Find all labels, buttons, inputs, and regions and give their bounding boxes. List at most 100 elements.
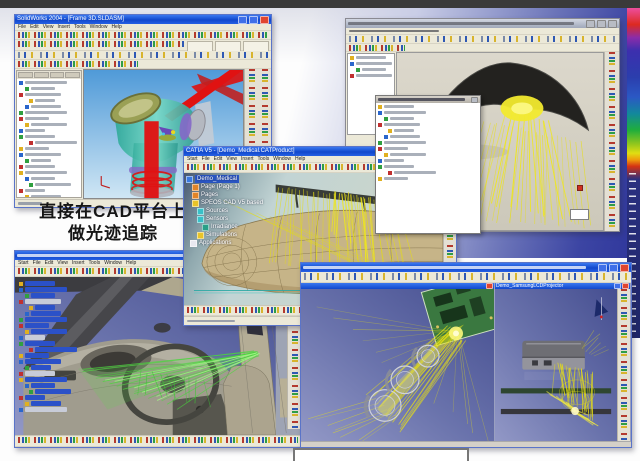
tree-row[interactable] xyxy=(19,287,125,292)
tree-item[interactable]: Demo_Medical xyxy=(186,175,263,183)
tree-row[interactable] xyxy=(378,176,478,181)
tree-row[interactable] xyxy=(25,194,79,198)
tree-row[interactable] xyxy=(19,377,125,382)
tree-row[interactable] xyxy=(29,98,79,103)
minimize-button[interactable] xyxy=(586,20,595,28)
tree-row[interactable] xyxy=(25,158,79,163)
maximize-button[interactable] xyxy=(597,20,606,28)
palette-titlebar[interactable] xyxy=(376,96,480,103)
tree-row[interactable] xyxy=(19,407,125,412)
menu-item[interactable]: Edit xyxy=(214,156,223,162)
tree-row[interactable] xyxy=(25,104,79,109)
tree-row[interactable] xyxy=(19,152,79,157)
projector-titlebar[interactable] xyxy=(301,263,631,272)
tree-row[interactable] xyxy=(388,128,478,133)
tree-item[interactable]: SPEOS CAD V5 based xyxy=(192,199,263,207)
tree-item[interactable]: Irradiance xyxy=(202,223,263,231)
tree-row[interactable] xyxy=(25,311,125,316)
helmet-toolbar-2[interactable] xyxy=(346,44,619,52)
solidworks-toolbar-1[interactable] xyxy=(15,31,271,40)
tree-row[interactable] xyxy=(378,158,478,163)
menu-item[interactable]: Tools xyxy=(258,156,270,162)
tree-row[interactable] xyxy=(19,116,79,121)
solidworks-toolbar-2[interactable] xyxy=(15,40,271,51)
speos-tree-palette[interactable] xyxy=(375,95,481,234)
tree-row[interactable] xyxy=(378,146,478,151)
tree-row[interactable] xyxy=(388,170,478,175)
menu-item[interactable]: Insert xyxy=(72,260,85,266)
tree-row[interactable] xyxy=(19,164,79,169)
palette-tree[interactable] xyxy=(376,103,480,233)
tree-item[interactable]: Sensors xyxy=(197,215,263,223)
tree-row[interactable] xyxy=(378,104,478,109)
helmet-right-toolbar[interactable] xyxy=(604,52,619,231)
tree-row[interactable] xyxy=(25,329,125,334)
menu-item[interactable]: Edit xyxy=(45,260,54,266)
tree-row[interactable] xyxy=(19,299,125,304)
tree-row[interactable] xyxy=(29,182,79,187)
lcdprojector-right-toolbar[interactable] xyxy=(617,289,630,441)
feature-tree-tabs[interactable] xyxy=(17,71,81,79)
tree-row[interactable] xyxy=(29,140,79,145)
tree-row[interactable] xyxy=(19,335,125,340)
tree-row[interactable] xyxy=(19,395,125,400)
tree-row[interactable] xyxy=(25,86,79,91)
projector-toolbar[interactable] xyxy=(301,272,631,283)
minimize-button[interactable] xyxy=(238,16,247,24)
menu-item[interactable]: View xyxy=(226,156,237,162)
pcb-lens-scene[interactable] xyxy=(301,289,494,441)
tree-row[interactable] xyxy=(350,61,392,66)
tree-row[interactable] xyxy=(19,92,79,97)
menu-item[interactable]: Help xyxy=(295,156,305,162)
menu-item[interactable]: File xyxy=(202,156,210,162)
tree-row[interactable] xyxy=(384,152,478,157)
menu-item[interactable]: File xyxy=(18,24,26,30)
solidworks-feature-tree[interactable] xyxy=(16,70,82,198)
helmet-toolbar[interactable] xyxy=(346,35,619,44)
tree-row[interactable] xyxy=(19,317,125,322)
tree-row[interactable] xyxy=(29,347,125,352)
tree-row[interactable] xyxy=(378,110,478,115)
helmet-titlebar[interactable] xyxy=(346,19,619,28)
tree-row[interactable] xyxy=(378,122,478,127)
menu-item[interactable]: View xyxy=(57,260,68,266)
tree-row[interactable] xyxy=(19,170,79,175)
solidworks-toolbar-3[interactable] xyxy=(15,51,271,60)
tree-row[interactable] xyxy=(29,389,125,394)
menu-item[interactable]: Tools xyxy=(74,24,86,30)
car-feature-tree[interactable] xyxy=(17,280,127,413)
menu-item[interactable]: Help xyxy=(126,260,136,266)
menu-item[interactable]: Window xyxy=(104,260,122,266)
tree-item[interactable]: Page (Page 1) xyxy=(192,183,263,191)
tree-row[interactable] xyxy=(19,188,79,193)
projector-raytrace-scene[interactable] xyxy=(495,289,617,441)
tree-row[interactable] xyxy=(384,134,478,139)
close-button[interactable] xyxy=(471,97,478,103)
tree-item[interactable]: Simulations xyxy=(197,231,263,239)
close-button[interactable] xyxy=(620,264,629,272)
tree-row[interactable] xyxy=(19,134,79,139)
menu-item[interactable]: Tools xyxy=(89,260,101,266)
tree-row[interactable] xyxy=(350,55,392,60)
tree-row[interactable] xyxy=(19,371,125,376)
tree-row[interactable] xyxy=(19,359,125,364)
menu-item[interactable]: File xyxy=(33,260,41,266)
solidworks-titlebar[interactable]: SolidWorks 2004 - [Frame 3D.SLDASM] xyxy=(15,15,271,24)
tree-row[interactable] xyxy=(25,401,125,406)
tree-row[interactable] xyxy=(19,110,79,115)
solidworks-toolbar-4[interactable] xyxy=(15,60,271,69)
menu-item[interactable]: Start xyxy=(18,260,29,266)
menu-item[interactable]: Window xyxy=(273,156,291,162)
tree-row[interactable] xyxy=(25,122,79,127)
minimize-button[interactable] xyxy=(598,264,607,272)
tree-item[interactable]: Applications xyxy=(190,239,263,247)
menu-item[interactable]: Help xyxy=(111,24,121,30)
maximize-button[interactable] xyxy=(249,16,258,24)
tree-row[interactable] xyxy=(19,80,79,85)
tree-row[interactable] xyxy=(25,383,125,388)
menu-item[interactable]: Insert xyxy=(241,156,254,162)
close-button[interactable] xyxy=(608,20,617,28)
maximize-button[interactable] xyxy=(609,264,618,272)
menu-item[interactable]: Start xyxy=(187,156,198,162)
tree-row[interactable] xyxy=(350,73,392,78)
